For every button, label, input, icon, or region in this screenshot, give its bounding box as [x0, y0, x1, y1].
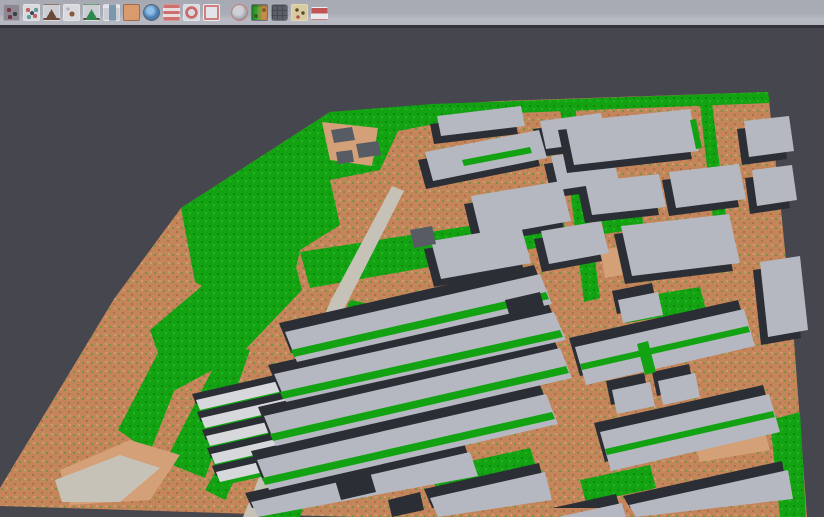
3d-viewport[interactable]: [0, 31, 824, 517]
orthophoto-icon[interactable]: [123, 4, 140, 21]
scene-polygon: [744, 116, 794, 157]
profile-view-icon[interactable]: [103, 4, 120, 21]
scene-polygon: [752, 165, 797, 206]
scene-polygon: [760, 256, 808, 337]
ground-points-icon[interactable]: [63, 4, 80, 21]
dtm-terrain-icon[interactable]: [83, 4, 100, 21]
circle-select-icon[interactable]: [183, 4, 200, 21]
dsm-terrain-icon[interactable]: [43, 4, 60, 21]
globe-icon[interactable]: [143, 4, 160, 21]
scene-polygon: [356, 141, 381, 158]
crop-box-icon[interactable]: [203, 4, 220, 21]
flag-icon[interactable]: [311, 7, 328, 20]
toolbar-separator: [221, 4, 229, 21]
classified-points-icon[interactable]: [23, 4, 40, 21]
classified-terrain-model: [0, 92, 808, 517]
point-cloud-icon[interactable]: [3, 4, 20, 21]
3d-scene[interactable]: [0, 31, 824, 517]
scene-polygon: [336, 150, 354, 164]
sphere-render-icon[interactable]: [231, 4, 248, 21]
red-layers-icon[interactable]: [163, 4, 180, 21]
scene-polygon: [410, 226, 436, 248]
classification-map-icon[interactable]: [251, 4, 268, 21]
mesh-wireframe-icon[interactable]: [271, 4, 288, 21]
main-toolbar: [0, 0, 824, 28]
measure-notes-icon[interactable]: [291, 4, 308, 21]
